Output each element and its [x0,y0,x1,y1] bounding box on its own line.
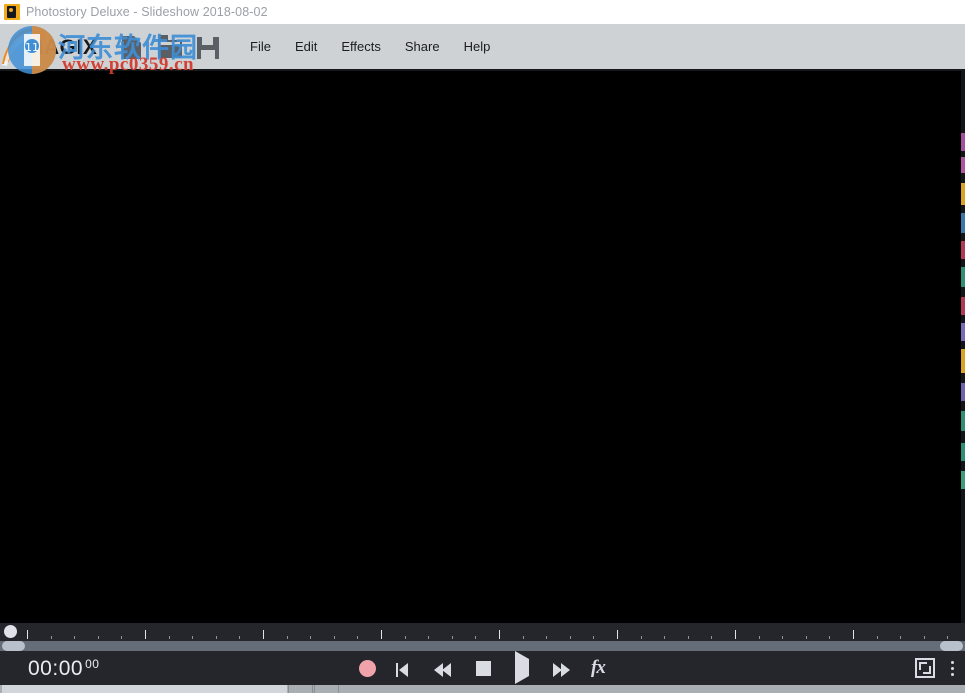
rewind-button[interactable] [434,655,456,681]
menu-item-effects[interactable]: Effects [329,35,393,58]
fast-forward-button[interactable] [553,655,575,681]
ruler-tick-minor [546,636,547,639]
ruler-tick-minor [641,636,642,639]
ruler-tick-minor [806,636,807,639]
transport-controls: fx [356,651,613,685]
ruler-tick-minor [98,636,99,639]
window-title: Photostory Deluxe - Slideshow 2018-08-02 [26,5,268,19]
ruler-tick-minor [877,636,878,639]
ruler-tick-minor [121,636,122,639]
ruler-tick-major [617,630,618,639]
floppy-disk-icon [197,37,219,59]
scrollbar-thumb[interactable] [2,685,287,693]
zoom-handle-left[interactable] [2,641,25,651]
ruler-tick-minor [664,636,665,639]
ruler-tick-major [263,630,264,639]
ruler-tick-minor [523,636,524,639]
save-project-button[interactable] [196,34,220,60]
ruler-tick-major [853,630,854,639]
open-project-button[interactable] [158,34,182,60]
ruler-tick-minor [74,636,75,639]
ruler-tick-major [145,630,146,639]
open-folder-icon [158,40,182,58]
ruler-tick-minor [192,636,193,639]
record-button[interactable] [356,657,378,679]
zoom-handle-right[interactable] [940,641,963,651]
more-options-button[interactable] [945,657,959,679]
title-bar: Photostory Deluxe - Slideshow 2018-08-02 [0,0,965,24]
ruler-tick-major [381,630,382,639]
ruler-tick-minor [782,636,783,639]
play-button[interactable] [510,656,537,681]
skip-start-bar [396,663,398,677]
ruler-tick-minor [475,636,476,639]
menu-toolbar: MAGIX File Edit Effects Share Help [0,24,965,71]
play-triangle-icon [515,651,529,684]
menu-item-share[interactable]: Share [393,35,452,58]
ruler-tick-minor [169,636,170,639]
ruler-tick-minor [428,636,429,639]
photostory-application-window: Photostory Deluxe - Slideshow 2018-08-02… [0,0,965,693]
new-document-icon [122,36,141,59]
timeline-zoom-scrollbar[interactable] [0,641,965,651]
right-panel-sliver[interactable] [961,71,965,623]
transport-right-tools [915,651,959,685]
timecode-frames: 00 [85,657,99,671]
ruler-tick-major [27,630,28,639]
horizontal-scrollbar[interactable] [0,685,965,693]
ruler-tick-minor [51,636,52,639]
ruler-tick-minor [829,636,830,639]
fullscreen-icon-corner [923,666,931,674]
stop-square-icon [476,661,491,676]
menu-item-help[interactable]: Help [452,35,503,58]
ruler-tick-minor [570,636,571,639]
toolbar-buttons [120,34,220,60]
magix-logo: MAGIX [0,23,112,70]
ruler-tick-minor [900,636,901,639]
menu-item-edit[interactable]: Edit [283,35,329,58]
menu-item-file[interactable]: File [238,35,283,58]
fast-forward-icon-2 [561,663,570,677]
timeline-ruler-area[interactable] [0,623,965,651]
main-menu-bar: File Edit Effects Share Help [238,35,502,58]
ruler-tick-minor [593,636,594,639]
ruler-tick-minor [711,636,712,639]
playhead-handle[interactable] [4,625,17,638]
timecode-display[interactable]: 00:0000 [28,657,99,681]
kebab-menu-icon [951,661,954,664]
new-project-button[interactable] [120,34,144,60]
timeline-ruler[interactable] [0,623,965,642]
stop-button[interactable] [472,657,494,679]
ruler-tick-minor [759,636,760,639]
ruler-tick-minor [947,636,948,639]
ruler-tick-minor [216,636,217,639]
ruler-tick-minor [310,636,311,639]
kebab-dot-3 [951,673,954,676]
ruler-tick-minor [405,636,406,639]
ruler-tick-minor [334,636,335,639]
ruler-tick-minor [452,636,453,639]
effects-button[interactable]: fx [591,657,613,679]
fullscreen-button[interactable] [915,658,935,678]
video-preview-monitor[interactable] [0,71,961,623]
photostory-icon [4,4,20,20]
kebab-dot-2 [951,667,954,670]
ruler-tick-minor [688,636,689,639]
record-circle-icon [359,660,376,677]
ruler-tick-minor [239,636,240,639]
ruler-tick-minor [357,636,358,639]
skip-to-start-button[interactable] [394,655,418,681]
scrollbar-button-left[interactable] [288,685,313,693]
scrollbar-button-right[interactable] [314,685,339,693]
skip-start-icon [399,663,408,677]
ruler-tick-major [735,630,736,639]
rewind-icon-2 [442,663,451,677]
ruler-tick-minor [287,636,288,639]
ruler-tick-major [499,630,500,639]
timecode-value: 00:00 [28,657,83,680]
ruler-tick-minor [924,636,925,639]
magix-wordmark: MAGIX [26,36,97,60]
transport-bar: 00:0000 fx [0,651,965,685]
